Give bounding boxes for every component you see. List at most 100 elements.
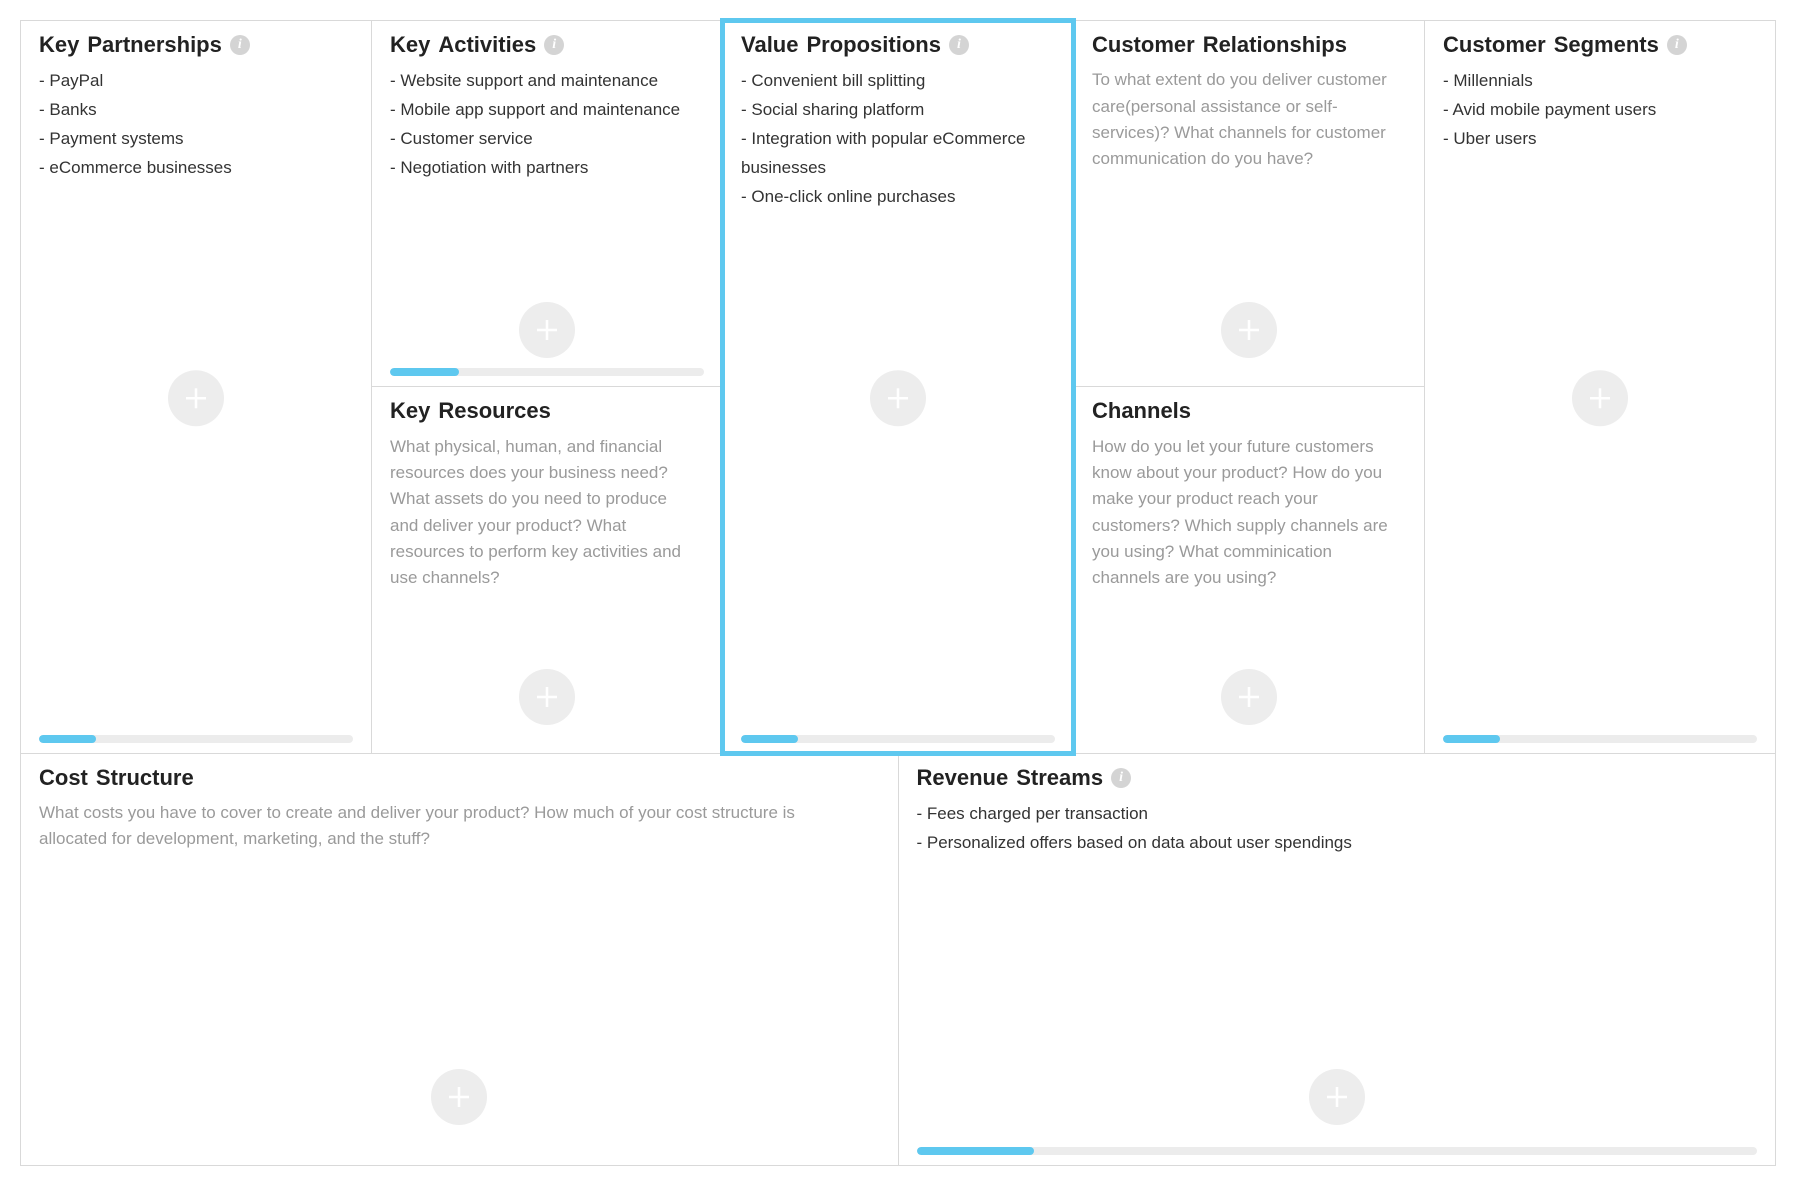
title-word-2: Activities: [438, 33, 536, 57]
info-icon[interactable]: i: [1667, 35, 1687, 55]
title-word-2: Streams: [1016, 766, 1103, 790]
plus-icon: [444, 1082, 474, 1112]
list-item: Negotiation with partners: [390, 154, 704, 183]
progress-fill: [741, 735, 798, 743]
title-word-1: Customer: [1443, 33, 1546, 57]
block-prompt: How do you let your future customers kno…: [1092, 434, 1390, 592]
plus-icon: [1234, 682, 1264, 712]
block-customer-segments[interactable]: Customer Segments i MillennialsAvid mobi…: [1425, 21, 1775, 753]
progress-fill: [1443, 735, 1500, 743]
progress-fill: [917, 1147, 1035, 1155]
block-title: Revenue Streams i: [917, 766, 1758, 790]
plus-icon: [532, 315, 562, 345]
block-items: Convenient bill splittingSocial sharing …: [741, 67, 1055, 211]
col-customer-segments: Customer Segments i MillennialsAvid mobi…: [1424, 21, 1775, 753]
block-title: Key Partnerships i: [39, 33, 353, 57]
progress-bar: [917, 1147, 1758, 1155]
progress-fill: [39, 735, 96, 743]
list-item: Mobile app support and maintenance: [390, 96, 704, 125]
progress-bar: [1443, 735, 1757, 743]
list-item: Avid mobile payment users: [1443, 96, 1757, 125]
info-icon[interactable]: i: [1111, 768, 1131, 788]
add-button[interactable]: [168, 370, 224, 426]
title-word-2: Segments: [1554, 33, 1659, 57]
list-item: Uber users: [1443, 125, 1757, 154]
block-title: Channels: [1092, 399, 1406, 423]
plus-icon: [1234, 315, 1264, 345]
title-word-2: Propositions: [806, 33, 940, 57]
add-button[interactable]: [1572, 370, 1628, 426]
col-activities-resources: Key Activities i Website support and mai…: [371, 21, 722, 753]
plus-icon: [883, 383, 913, 413]
block-title: Customer Relationships: [1092, 33, 1406, 57]
business-model-canvas: Key Partnerships i PayPalBanksPayment sy…: [20, 20, 1776, 1166]
list-item: Integration with popular eCommerce busin…: [741, 125, 1055, 183]
add-button[interactable]: [1221, 669, 1277, 725]
title-word-1: Revenue: [917, 766, 1009, 790]
block-items: Website support and maintenanceMobile ap…: [390, 67, 704, 183]
canvas-bottom-row: Cost Structure What costs you have to co…: [21, 753, 1775, 1165]
progress-bar: [39, 735, 353, 743]
block-key-resources[interactable]: Key Resources What physical, human, and …: [372, 386, 722, 752]
progress-fill: [390, 368, 459, 376]
block-title: Value Propositions i: [741, 33, 1055, 57]
add-button[interactable]: [870, 370, 926, 426]
block-channels[interactable]: Channels How do you let your future cust…: [1074, 386, 1424, 752]
list-item: Website support and maintenance: [390, 67, 704, 96]
block-prompt: What costs you have to cover to create a…: [39, 800, 837, 853]
list-item: Payment systems: [39, 125, 353, 154]
canvas-top-row: Key Partnerships i PayPalBanksPayment sy…: [21, 21, 1775, 753]
list-item: One-click online purchases: [741, 183, 1055, 212]
add-button[interactable]: [519, 302, 575, 358]
title-word-1: Customer: [1092, 33, 1195, 57]
title-word-2: Resources: [438, 399, 551, 423]
list-item: eCommerce businesses: [39, 154, 353, 183]
info-icon[interactable]: i: [230, 35, 250, 55]
progress-bar: [390, 368, 704, 376]
block-items: PayPalBanksPayment systemseCommerce busi…: [39, 67, 353, 183]
list-item: Fees charged per transaction: [917, 800, 1758, 829]
title-word-1: Channels: [1092, 399, 1191, 423]
block-prompt: What physical, human, and financial reso…: [390, 434, 688, 592]
block-key-partnerships[interactable]: Key Partnerships i PayPalBanksPayment sy…: [21, 21, 371, 753]
add-button[interactable]: [519, 669, 575, 725]
add-button[interactable]: [431, 1069, 487, 1125]
block-value-propositions[interactable]: Value Propositions i Convenient bill spl…: [723, 21, 1073, 753]
block-title: Key Activities i: [390, 33, 704, 57]
list-item: Millennials: [1443, 67, 1757, 96]
block-title: Cost Structure: [39, 766, 880, 790]
list-item: PayPal: [39, 67, 353, 96]
block-prompt: To what extent do you deliver customer c…: [1092, 67, 1390, 172]
block-customer-relationships[interactable]: Customer Relationships To what extent do…: [1074, 21, 1424, 386]
block-key-activities[interactable]: Key Activities i Website support and mai…: [372, 21, 722, 386]
plus-icon: [1322, 1082, 1352, 1112]
info-icon[interactable]: i: [544, 35, 564, 55]
list-item: Personalized offers based on data about …: [917, 829, 1758, 858]
block-cost-structure[interactable]: Cost Structure What costs you have to co…: [21, 754, 898, 1165]
title-word-2: Relationships: [1203, 33, 1347, 57]
list-item: Customer service: [390, 125, 704, 154]
add-button[interactable]: [1221, 302, 1277, 358]
block-items: MillennialsAvid mobile payment usersUber…: [1443, 67, 1757, 154]
title-word-1: Value: [741, 33, 798, 57]
title-word-1: Key: [390, 399, 430, 423]
title-word-1: Cost: [39, 766, 88, 790]
info-icon[interactable]: i: [949, 35, 969, 55]
title-word-1: Key: [39, 33, 79, 57]
block-revenue-streams[interactable]: Revenue Streams i Fees charged per trans…: [898, 754, 1776, 1165]
title-word-1: Key: [390, 33, 430, 57]
col-relationships-channels: Customer Relationships To what extent do…: [1073, 21, 1424, 753]
add-button[interactable]: [1309, 1069, 1365, 1125]
progress-bar: [741, 735, 1055, 743]
block-title: Customer Segments i: [1443, 33, 1757, 57]
plus-icon: [1585, 383, 1615, 413]
plus-icon: [532, 682, 562, 712]
title-word-2: Structure: [96, 766, 194, 790]
block-items: Fees charged per transactionPersonalized…: [917, 800, 1758, 858]
list-item: Convenient bill splitting: [741, 67, 1055, 96]
title-word-2: Partnerships: [87, 33, 222, 57]
col-value-propositions: Value Propositions i Convenient bill spl…: [722, 21, 1073, 753]
block-title: Key Resources: [390, 399, 704, 423]
col-key-partnerships: Key Partnerships i PayPalBanksPayment sy…: [21, 21, 371, 753]
plus-icon: [181, 383, 211, 413]
